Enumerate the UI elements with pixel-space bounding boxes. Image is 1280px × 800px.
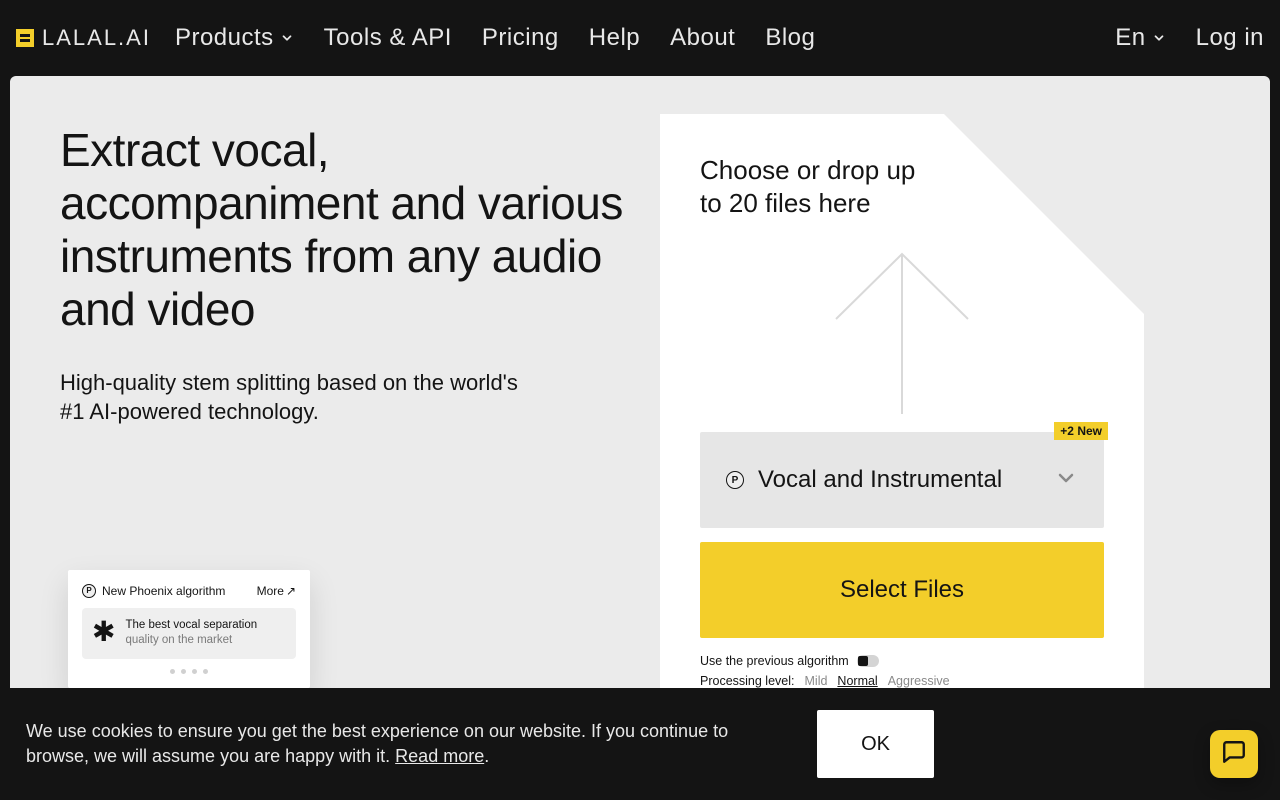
primary-nav: Products Tools & API Pricing Help About … <box>175 24 815 52</box>
language-label: En <box>1115 24 1145 52</box>
new-badge: +2 New <box>1054 422 1108 440</box>
previous-algorithm-label: Use the previous algorithm <box>700 654 849 668</box>
upload-arrow-icon <box>832 249 972 414</box>
processing-level-row: Processing level: Mild Normal Aggressive <box>700 674 1104 688</box>
login-link[interactable]: Log in <box>1196 24 1264 52</box>
phoenix-icon: P <box>726 471 744 489</box>
hero-title: Extract vocal, accompaniment and various… <box>60 124 636 336</box>
hero-column: Extract vocal, accompaniment and various… <box>10 76 660 736</box>
chevron-down-icon <box>280 31 294 45</box>
chat-widget-button[interactable] <box>1210 730 1258 778</box>
nav-help-label: Help <box>589 24 640 52</box>
news-more-link[interactable]: More ↗ <box>257 584 296 598</box>
chat-icon <box>1221 739 1247 770</box>
level-normal[interactable]: Normal <box>837 674 877 688</box>
news-dot[interactable] <box>203 669 208 674</box>
stem-select-dropdown[interactable]: P Vocal and Instrumental <box>700 432 1104 528</box>
previous-algorithm-row: Use the previous algorithm <box>700 654 1104 668</box>
nav-blog-label: Blog <box>765 24 815 52</box>
cookie-period: . <box>484 746 489 766</box>
news-card-header: P New Phoenix algorithm More ↗ <box>82 584 296 598</box>
cookie-text: We use cookies to ensure you get the bes… <box>26 719 736 769</box>
cookie-ok-button[interactable]: OK <box>817 710 934 778</box>
news-dot[interactable] <box>170 669 175 674</box>
phoenix-icon: P <box>82 584 96 598</box>
nav-products[interactable]: Products <box>175 24 294 52</box>
news-heading: New Phoenix algorithm <box>102 584 225 598</box>
nav-pricing[interactable]: Pricing <box>482 24 559 52</box>
logo-icon <box>16 29 34 47</box>
nav-tools[interactable]: Tools & API <box>324 24 452 52</box>
select-files-label: Select Files <box>840 576 964 604</box>
news-tile-line2: quality on the market <box>125 633 257 649</box>
stem-select-label: Vocal and Instrumental <box>758 466 1002 494</box>
stem-select: +2 New P Vocal and Instrumental <box>700 432 1104 528</box>
nav-tools-label: Tools & API <box>324 24 452 52</box>
toggle-knob <box>858 656 868 666</box>
nav-help[interactable]: Help <box>589 24 640 52</box>
cookie-message: We use cookies to ensure you get the bes… <box>26 721 728 766</box>
upload-options: Use the previous algorithm Processing le… <box>700 654 1104 688</box>
cookie-ok-label: OK <box>861 733 890 755</box>
select-files-button[interactable]: Select Files <box>700 542 1104 638</box>
nav-products-label: Products <box>175 24 274 52</box>
news-dot[interactable] <box>181 669 186 674</box>
nav-about-label: About <box>670 24 735 52</box>
logo[interactable]: LALAL.AI <box>16 25 151 51</box>
main-header: LALAL.AI Products Tools & API Pricing He… <box>0 0 1280 76</box>
cookie-read-more-link[interactable]: Read more <box>395 746 484 766</box>
nav-blog[interactable]: Blog <box>765 24 815 52</box>
external-link-icon: ↗ <box>286 584 296 598</box>
news-tile-line1: The best vocal separation <box>125 618 257 634</box>
hero-subtitle: High-quality stem splitting based on the… <box>60 368 530 427</box>
cookie-banner: We use cookies to ensure you get the bes… <box>0 688 1280 800</box>
news-pagination <box>82 669 296 674</box>
folded-corner-decoration <box>944 114 1144 314</box>
news-tile[interactable]: ✱ The best vocal separation quality on t… <box>82 608 296 659</box>
level-aggressive[interactable]: Aggressive <box>888 674 950 688</box>
logo-text: LALAL.AI <box>42 25 151 51</box>
chevron-down-icon <box>1152 31 1166 45</box>
main-panel: Extract vocal, accompaniment and various… <box>10 76 1270 736</box>
header-right: En Log in <box>1115 24 1264 52</box>
asterisk-icon: ✱ <box>92 618 115 646</box>
chevron-down-icon <box>1054 466 1078 495</box>
news-dot[interactable] <box>192 669 197 674</box>
language-switcher[interactable]: En <box>1115 24 1165 52</box>
upload-card: Choose or drop up to 20 files here +2 Ne… <box>660 114 1144 716</box>
dropzone-label[interactable]: Choose or drop up to 20 files here <box>700 154 930 219</box>
upload-column: Choose or drop up to 20 files here +2 Ne… <box>660 76 1270 736</box>
previous-algorithm-toggle[interactable] <box>857 655 879 667</box>
processing-level-label: Processing level: <box>700 674 795 688</box>
news-card: P New Phoenix algorithm More ↗ ✱ The bes… <box>68 570 310 688</box>
login-label: Log in <box>1196 24 1264 52</box>
nav-pricing-label: Pricing <box>482 24 559 52</box>
nav-about[interactable]: About <box>670 24 735 52</box>
level-mild[interactable]: Mild <box>805 674 828 688</box>
news-tile-text: The best vocal separation quality on the… <box>125 618 257 649</box>
